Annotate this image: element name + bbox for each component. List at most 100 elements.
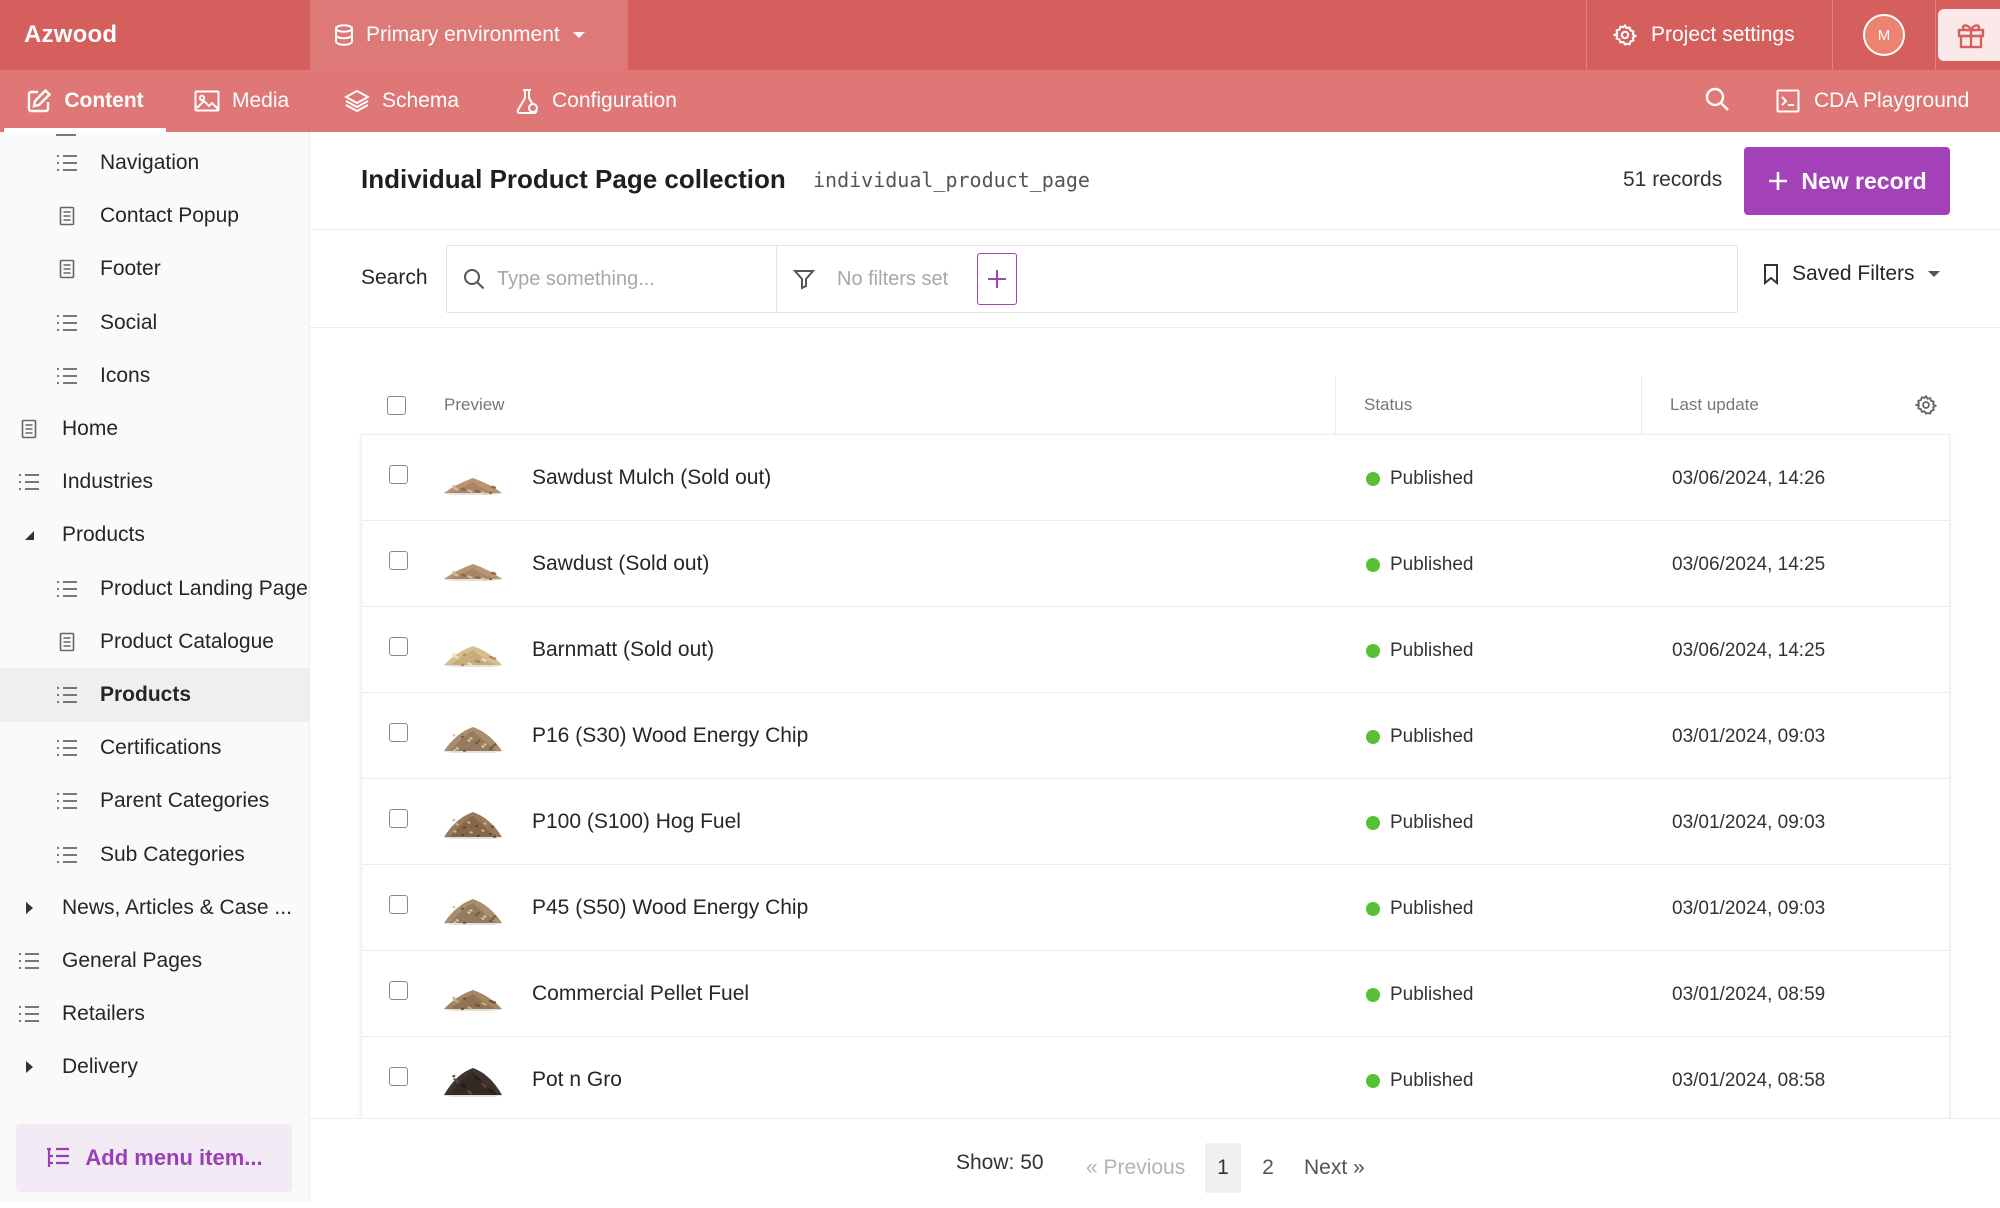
record-title[interactable]: Sawdust (Sold out) (532, 552, 709, 576)
table-row[interactable]: Sawdust Mulch (Sold out) Published 03/06… (362, 435, 1949, 521)
filter-selector[interactable]: No filters set (777, 246, 948, 312)
sidebar-item-certifications[interactable]: Certifications (0, 721, 309, 775)
list-icon (54, 686, 80, 704)
row-checkbox[interactable] (389, 723, 408, 742)
sidebar-item-products[interactable]: Products (0, 668, 309, 722)
table-row[interactable]: Pot n Gro Published 03/01/2024, 08:58 (362, 1037, 1949, 1123)
table-row[interactable]: Commercial Pellet Fuel Published 03/01/2… (362, 951, 1949, 1037)
product-thumbnail (442, 459, 504, 495)
last-update: 03/01/2024, 09:03 (1672, 726, 1826, 747)
sidebar-item-home[interactable]: Home (0, 402, 309, 456)
sidebar-item-news-articles-case[interactable]: News, Articles & Case ... (0, 881, 309, 935)
global-search-button[interactable] (1704, 86, 1734, 116)
filter-bar: Search No filters set (310, 230, 2000, 328)
product-thumbnail (442, 1061, 504, 1097)
table-header: Preview Status Last update (361, 376, 1950, 434)
status-label: Published (1390, 726, 1474, 747)
table-row[interactable]: P45 (S50) Wood Energy Chip Published 03/… (362, 865, 1949, 951)
page-size-selector[interactable]: Show: 50 (956, 1151, 1044, 1175)
flask-icon (514, 88, 540, 114)
sidebar-item-label: News, Articles & Case ... (62, 895, 292, 919)
caret-down-icon[interactable] (16, 529, 42, 541)
last-update: 03/01/2024, 09:03 (1672, 812, 1826, 833)
record-title[interactable]: P45 (S50) Wood Energy Chip (532, 896, 808, 920)
page-icon (54, 259, 80, 279)
tab-schema[interactable]: Schema (344, 70, 459, 132)
sidebar-item-label: Home (62, 417, 119, 440)
column-divider (1641, 376, 1642, 434)
sidebar: Navigation Contact Popup Footer Social Icons… (0, 132, 310, 1202)
sidebar-item-industries[interactable]: Industries (0, 455, 309, 509)
record-title[interactable]: Pot n Gro (532, 1068, 622, 1092)
status-dot (1366, 472, 1380, 486)
avatar: M (1863, 14, 1905, 56)
column-last-update[interactable]: Last update (1670, 376, 1759, 434)
tree-list-icon (45, 1147, 71, 1169)
row-checkbox[interactable] (389, 981, 408, 1000)
sidebar-item-retailers[interactable]: Retailers (0, 987, 309, 1041)
row-checkbox[interactable] (389, 637, 408, 656)
sidebar-item-navigation[interactable]: Navigation (0, 136, 309, 190)
table-row[interactable]: Sawdust (Sold out) Published 03/06/2024,… (362, 521, 1949, 607)
sidebar-item-general-pages[interactable]: General Pages (0, 934, 309, 988)
search-input[interactable] (497, 267, 757, 291)
add-menu-item-button[interactable]: Add menu item... (16, 1124, 292, 1192)
tab-content[interactable]: Content (4, 70, 166, 132)
cda-playground-button[interactable]: CDA Playground (1776, 70, 1969, 132)
page-1-button[interactable]: 1 (1205, 1143, 1241, 1193)
record-title[interactable]: P100 (S100) Hog Fuel (532, 810, 741, 834)
table-row[interactable]: P16 (S30) Wood Energy Chip Published 03/… (362, 693, 1949, 779)
sidebar-item-delivery[interactable]: Delivery (0, 1040, 309, 1094)
avatar-button[interactable]: M (1832, 0, 1936, 70)
sidebar-item-product-landing-page[interactable]: Product Landing Page (0, 562, 309, 616)
sidebar-item-label: Industries (62, 470, 154, 494)
tab-content-label: Content (64, 89, 144, 112)
row-checkbox[interactable] (389, 895, 408, 914)
row-checkbox[interactable] (389, 809, 408, 828)
select-all-checkbox[interactable] (387, 395, 406, 415)
sidebar-item-products[interactable]: Products (0, 508, 309, 562)
status-badge: Published (1366, 984, 1473, 1006)
sidebar-item-parent-categories[interactable]: Parent Categories (0, 774, 309, 828)
row-checkbox[interactable] (389, 1067, 408, 1086)
row-checkbox[interactable] (389, 551, 408, 570)
record-title[interactable]: Commercial Pellet Fuel (532, 982, 749, 1006)
saved-filters-dropdown[interactable]: Saved Filters (1762, 262, 1941, 286)
environment-switcher[interactable]: Primary environment (310, 0, 628, 70)
table-settings-button[interactable] (1915, 376, 1937, 434)
sidebar-item-contact-popup[interactable]: Contact Popup (0, 189, 309, 243)
tab-media[interactable]: Media (194, 70, 289, 132)
status-dot (1366, 902, 1380, 916)
caret-right-icon[interactable] (16, 901, 42, 915)
page-2-button[interactable]: 2 (1255, 1143, 1281, 1193)
previous-page-button[interactable]: « Previous (1086, 1143, 1185, 1193)
sidebar-item-footer[interactable]: Footer (0, 242, 309, 296)
list-icon (16, 473, 42, 491)
new-record-button[interactable]: New record (1744, 147, 1950, 215)
sidebar-item-social[interactable]: Social (0, 296, 309, 350)
table-row[interactable]: Barnmatt (Sold out) Published 03/06/2024… (362, 607, 1949, 693)
sidebar-item-sub-categories[interactable]: Sub Categories (0, 828, 309, 882)
collection-header: Individual Product Page collection indiv… (310, 132, 2000, 230)
next-page-button[interactable]: Next » (1304, 1143, 1365, 1193)
list-icon (54, 314, 80, 332)
table-row[interactable]: P100 (S100) Hog Fuel Published 03/01/202… (362, 779, 1949, 865)
brand-name[interactable]: Azwood (0, 0, 310, 70)
gift-button[interactable] (1938, 9, 2000, 61)
tab-configuration[interactable]: Configuration (514, 70, 677, 132)
record-title[interactable]: P16 (S30) Wood Energy Chip (532, 724, 808, 748)
page-icon (54, 206, 80, 226)
caret-right-icon[interactable] (16, 1060, 42, 1074)
row-checkbox[interactable] (389, 465, 408, 484)
last-update: 03/01/2024, 08:58 (1672, 1070, 1826, 1091)
record-title[interactable]: Sawdust Mulch (Sold out) (532, 466, 771, 490)
add-filter-button[interactable] (977, 253, 1017, 305)
sidebar-item-icons[interactable]: Icons (0, 349, 309, 403)
sidebar-item-product-catalogue[interactable]: Product Catalogue (0, 615, 309, 669)
project-settings-button[interactable]: Project settings (1586, 0, 1832, 70)
record-title[interactable]: Barnmatt (Sold out) (532, 638, 714, 662)
product-thumbnail (442, 631, 504, 667)
sidebar-item-label: Contact Popup (100, 204, 239, 228)
column-status[interactable]: Status (1364, 376, 1412, 434)
column-preview[interactable]: Preview (444, 376, 504, 434)
